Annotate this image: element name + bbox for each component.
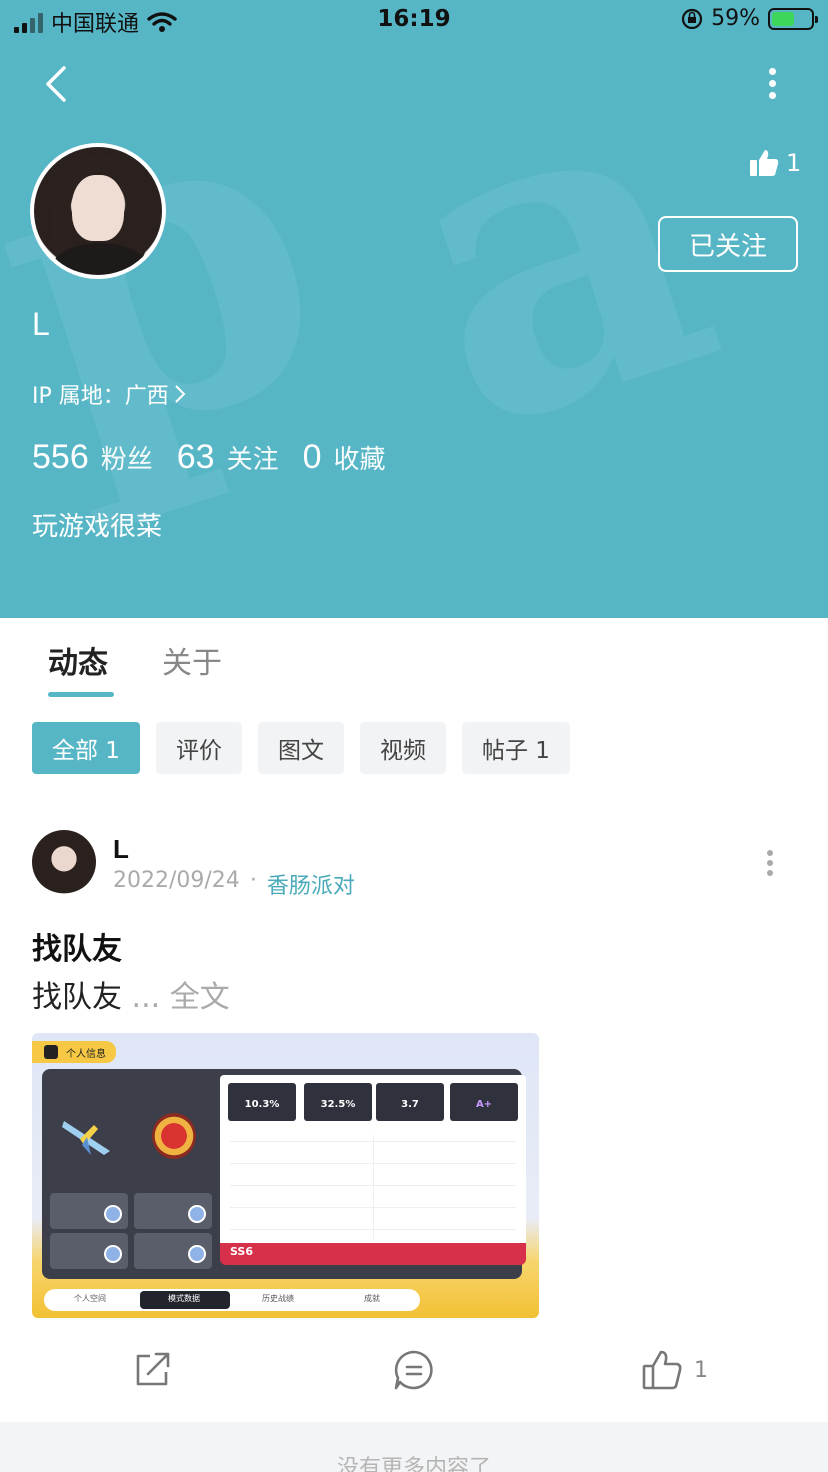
active-tab-indicator — [48, 692, 114, 697]
profile-bio: 玩游戏很菜 — [32, 512, 163, 542]
battery-icon — [768, 7, 818, 30]
post-author-name[interactable]: L — [113, 834, 129, 865]
image-stat-card: 32.5% — [304, 1083, 372, 1121]
image-badge-icon — [152, 1113, 196, 1159]
status-bar: 中国联通 16:19 59% — [0, 0, 828, 42]
battery-percent: 59% — [711, 6, 760, 31]
fans-label[interactable]: 粉丝 — [101, 439, 153, 476]
post-meta-separator: · — [249, 868, 257, 893]
read-more-link[interactable]: ... 全文 — [132, 980, 230, 1015]
post-body[interactable]: 找队友 ... 全文 — [32, 972, 230, 1016]
favorites-count[interactable]: 0 — [303, 438, 322, 477]
filter-posts[interactable]: 帖子 1 — [461, 722, 570, 774]
like-count: 1 — [694, 1357, 708, 1383]
thumbs-up-icon — [750, 150, 779, 176]
post-meta: 2022/09/24 · 香肠派对 — [113, 868, 355, 900]
post-date: 2022/09/24 — [113, 868, 240, 893]
share-icon — [136, 1352, 170, 1386]
image-tab: 模式数据 — [168, 1294, 200, 1303]
post-author-avatar[interactable] — [32, 830, 96, 894]
image-stats-table: 10.3% 32.5% 3.7 A+ — [220, 1075, 526, 1249]
profile-header: p a 中国联通 16:19 59% 1 已关注 L IP 属地：广西 556 … — [0, 0, 828, 618]
back-arrow-icon[interactable] — [36, 60, 80, 108]
more-options-icon[interactable] — [758, 68, 786, 104]
thumbs-up-icon — [642, 1350, 682, 1390]
tab-about[interactable]: 关于 — [162, 638, 222, 682]
end-of-list: 没有更多内容了 — [0, 1422, 828, 1472]
filter-reviews[interactable]: 评价 — [155, 722, 242, 774]
ip-location[interactable]: IP 属地：广西 — [32, 378, 187, 410]
tab-activity[interactable]: 动态 — [48, 638, 108, 682]
filter-image-text[interactable]: 图文 — [257, 722, 344, 774]
end-of-list-text: 没有更多内容了 — [336, 1456, 491, 1472]
comment-button[interactable] — [392, 1348, 436, 1392]
profile-like-count: 1 — [786, 149, 802, 177]
image-emblem-icon — [62, 1121, 110, 1155]
chevron-right-icon — [175, 385, 186, 403]
image-tile — [134, 1193, 212, 1229]
follow-button[interactable]: 已关注 — [658, 216, 798, 272]
orientation-lock-icon — [681, 8, 703, 29]
image-season-bar: SS6 — [220, 1243, 526, 1265]
image-stat-card: A+ — [450, 1083, 518, 1121]
image-tab: 成就 — [364, 1294, 380, 1303]
filter-chips: 全部 1 评价 图文 视频 帖子 1 — [32, 722, 570, 774]
image-tile — [50, 1193, 128, 1229]
image-tile — [50, 1233, 128, 1269]
post-image[interactable]: 个人信息 10.3% 32.5% 3.7 A+ SS6 个人空间 模式数据 历史… — [32, 1033, 539, 1318]
share-button[interactable] — [132, 1348, 174, 1390]
image-tab: 历史战绩 — [262, 1294, 294, 1303]
profile-like[interactable]: 1 — [748, 148, 801, 178]
image-tab: 个人空间 — [74, 1294, 106, 1303]
filter-all[interactable]: 全部 1 — [32, 722, 140, 774]
image-stat-card: 10.3% — [228, 1083, 296, 1121]
image-tag: 个人信息 — [32, 1041, 116, 1063]
ip-location-label: IP 属地：广西 — [32, 384, 169, 409]
profile-stats: 556 粉丝 63 关注 0 收藏 — [32, 438, 410, 477]
favorites-label[interactable]: 收藏 — [334, 439, 386, 476]
image-season-label: SS6 — [230, 1245, 254, 1258]
avatar[interactable] — [30, 143, 166, 279]
like-button[interactable]: 1 — [640, 1348, 708, 1392]
post-body-text: 找队友 — [32, 980, 122, 1015]
post-title[interactable]: 找队友 — [32, 924, 122, 968]
post-more-icon[interactable] — [762, 850, 778, 876]
image-stat-card: 3.7 — [376, 1083, 444, 1121]
comment-icon — [394, 1350, 433, 1390]
image-tab-bar: 个人空间 模式数据 历史战绩 成就 — [44, 1289, 420, 1311]
username: L — [32, 306, 50, 342]
following-label[interactable]: 关注 — [227, 439, 279, 476]
fans-count[interactable]: 556 — [32, 438, 89, 477]
image-tile — [134, 1233, 212, 1269]
content-tabs: 动态 关于 — [0, 618, 828, 708]
filter-video[interactable]: 视频 — [359, 722, 446, 774]
post-game-link[interactable]: 香肠派对 — [267, 868, 355, 900]
post-actions: 1 — [0, 1340, 828, 1404]
following-count[interactable]: 63 — [177, 438, 215, 477]
